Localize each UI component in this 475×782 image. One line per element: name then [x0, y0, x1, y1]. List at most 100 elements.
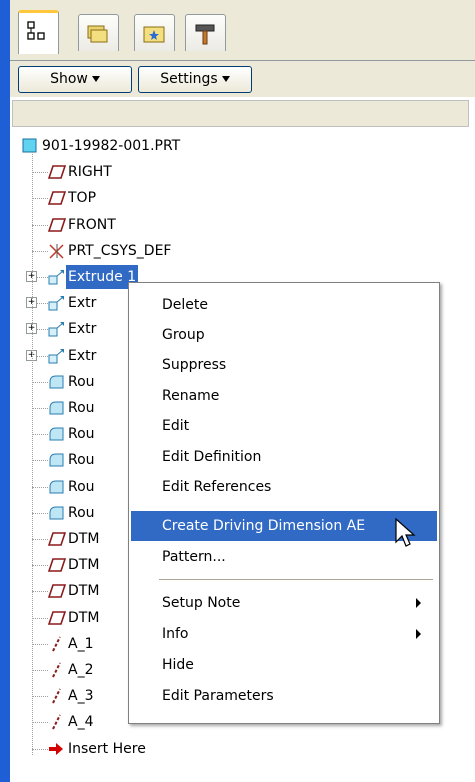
- csys-icon: [48, 243, 66, 259]
- tree-root-label: 901-19982-001.PRT: [42, 138, 181, 154]
- datum-plane-icon: [47, 217, 67, 233]
- tree-node-label: DTM: [68, 557, 100, 574]
- round-icon: [48, 452, 66, 468]
- menu-item[interactable]: Edit Parameters: [131, 681, 437, 711]
- tab-model-tree[interactable]: [18, 10, 59, 54]
- tree-connector: [32, 224, 48, 227]
- model-tree-panel: Show Settings 901-19982-001.PRT RIGHT TOP…: [10, 0, 475, 782]
- extrude-icon: [48, 295, 66, 311]
- menu-item[interactable]: Hide: [131, 650, 437, 680]
- mouse-pointer-icon: [395, 518, 416, 547]
- menu-item[interactable]: Rename: [131, 381, 437, 411]
- tree-connector: [32, 670, 48, 672]
- menu-item-label: Edit: [162, 418, 190, 434]
- tree-filter-bar: [12, 100, 469, 127]
- tree-node-label: RIGHT: [68, 164, 112, 181]
- show-button-label: Show: [50, 71, 88, 87]
- tree-node-label: A_2: [68, 662, 94, 678]
- menu-item[interactable]: Edit Definition: [131, 442, 437, 472]
- window-left-border: [0, 0, 10, 782]
- tree-node-label: DTM: [68, 531, 100, 547]
- tree-node-label: A_4: [68, 714, 94, 731]
- settings-button-label: Settings: [160, 71, 218, 87]
- menu-item-label: Setup Note: [162, 595, 241, 611]
- tree-node-label: Extr: [68, 347, 97, 364]
- tree-node-label: PRT_CSYS_DEF: [68, 242, 172, 259]
- menu-item[interactable]: Group: [131, 320, 437, 350]
- menu-item-label: Edit Definition: [162, 449, 262, 465]
- favorites-folder-icon: [143, 26, 165, 43]
- tree-connector: [32, 722, 48, 724]
- tree-connector: [32, 434, 48, 436]
- menu-separator: [159, 579, 433, 580]
- tree-node-label: Rou: [68, 452, 95, 469]
- datum-plane-icon: [47, 583, 67, 599]
- datum-plane-icon: [47, 190, 67, 206]
- datum-plane-icon: [47, 557, 67, 573]
- menu-item-label: Edit Parameters: [162, 688, 274, 704]
- tab-tools[interactable]: [185, 14, 226, 51]
- tree-connector: [32, 617, 48, 620]
- tree-connector: [32, 748, 48, 751]
- tree-node-label: Rou: [68, 373, 95, 390]
- extrude-icon: [48, 269, 66, 285]
- menu-item[interactable]: Suppress: [131, 350, 437, 380]
- menu-item-label: Group: [162, 327, 205, 343]
- round-icon: [48, 426, 66, 442]
- menu-item[interactable]: Delete: [131, 290, 437, 320]
- navigator-tab-strip: [10, 0, 475, 61]
- tree-node-label: Extr: [68, 295, 97, 312]
- tree-connector: [32, 198, 48, 200]
- submenu-arrow-icon: [416, 598, 421, 608]
- datum-plane-icon: [47, 531, 67, 547]
- tree-trunk-line: [32, 152, 34, 755]
- menu-item-label: Delete: [162, 297, 208, 313]
- extrude-icon: [48, 321, 66, 337]
- menu-item[interactable]: Setup Note: [131, 588, 437, 618]
- hammer-tools-icon: [195, 24, 215, 45]
- tree-connector: [32, 696, 48, 698]
- tree-connector: [32, 172, 48, 174]
- tree-connector: [32, 381, 48, 384]
- menu-item[interactable]: Edit References: [131, 472, 437, 502]
- menu-item-label: Rename: [162, 388, 220, 404]
- tree-node-label: Rou: [68, 400, 95, 416]
- tree-node-label: FRONT: [68, 216, 116, 233]
- settings-button[interactable]: Settings: [138, 66, 252, 93]
- show-dropdown-icon: [91, 76, 100, 82]
- settings-dropdown-icon: [221, 76, 230, 82]
- menu-item[interactable]: Create Driving Dimension AE: [131, 511, 437, 541]
- menu-item[interactable]: Edit: [131, 411, 437, 441]
- tree-node-label: TOP: [68, 190, 97, 207]
- show-button[interactable]: Show: [18, 66, 132, 93]
- datum-axis-icon: [48, 714, 66, 730]
- tab-favorites[interactable]: [134, 14, 175, 51]
- round-icon: [48, 400, 66, 416]
- tree-node-label: DTM: [68, 583, 100, 600]
- datum-plane-icon: [47, 610, 67, 626]
- tab-folder-browser[interactable]: [78, 14, 119, 51]
- tree-node-label: Rou: [68, 426, 95, 443]
- tree-node-label: A_3: [68, 688, 94, 705]
- insert-arrow-icon: [48, 741, 66, 757]
- tree-connector: [32, 250, 48, 253]
- menu-item-label: Info: [162, 626, 189, 642]
- tree-node-label: Insert Here: [68, 740, 146, 757]
- datum-axis-icon: [48, 688, 66, 704]
- round-icon: [48, 505, 66, 521]
- tree-connector: [32, 512, 48, 515]
- menu-item[interactable]: Pattern...: [131, 542, 437, 572]
- tree-connector: [32, 565, 48, 567]
- folder-browser-icon: [87, 25, 108, 43]
- menu-item-label: Create Driving Dimension AE: [162, 518, 366, 534]
- menu-item-label: Pattern...: [162, 549, 226, 565]
- extrude-icon: [48, 348, 66, 364]
- tree-connector: [32, 460, 48, 462]
- menu-item[interactable]: Info: [131, 619, 437, 649]
- tree-node-label: Rou: [68, 478, 95, 495]
- tree-connector: [32, 591, 48, 593]
- model-tree-icon: [27, 21, 45, 40]
- datum-plane-icon: [47, 164, 67, 180]
- menu-item-label: Suppress: [162, 357, 227, 373]
- tree-node-label: Extr: [68, 321, 97, 338]
